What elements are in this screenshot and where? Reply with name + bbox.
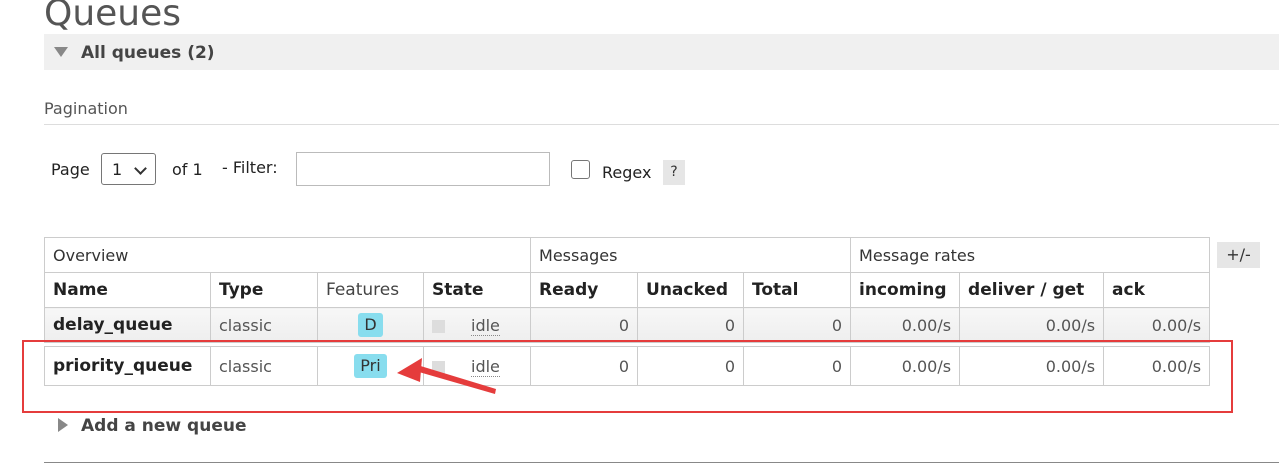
section-divider: [44, 462, 1279, 463]
expand-triangle-icon: [58, 418, 68, 432]
annotation-arrow-icon: [397, 358, 496, 394]
add-queue-title: Add a new queue: [81, 416, 247, 436]
